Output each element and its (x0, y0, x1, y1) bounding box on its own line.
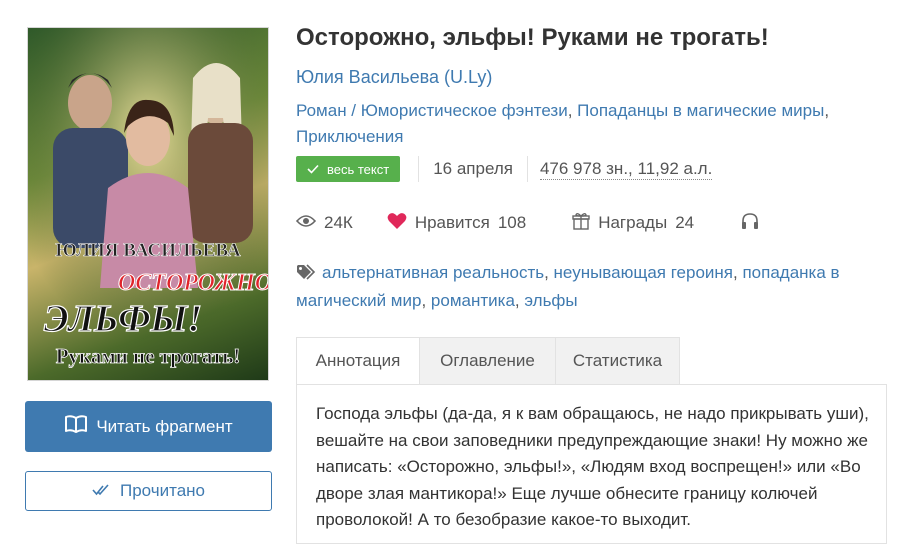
audio-stat[interactable] (740, 212, 760, 235)
book-title: Осторожно, эльфы! Руками не трогать! (296, 24, 769, 51)
read-done-label: Прочитано (120, 481, 205, 500)
tab-annotation-label: Аннотация (315, 351, 401, 370)
genre-link[interactable]: Попаданцы в магические миры (577, 101, 824, 120)
book-tabs: Аннотация Оглавление Статистика (296, 337, 680, 385)
tag-link[interactable]: эльфы (524, 291, 577, 310)
cover-title-line2: ЭЛЬФЫ! (44, 298, 202, 340)
genre-link[interactable]: Роман / Юмористическое фэнтези (296, 101, 568, 120)
book-meta: весь текст 16 апреля 476 978 зн., 11,92 … (296, 156, 713, 182)
book-open-icon (64, 414, 88, 439)
check-icon (307, 162, 319, 177)
views-stat: 24К (295, 213, 353, 233)
gift-icon (572, 212, 590, 235)
likes-stat[interactable]: Нравится 108 (387, 212, 526, 235)
genre-separator: , (824, 101, 830, 120)
book-size: 476 978 зн., 11,92 а.л. (539, 158, 713, 180)
tab-annotation[interactable]: Аннотация (296, 337, 419, 385)
tab-contents[interactable]: Оглавление (419, 337, 555, 385)
cover-author-text: ЮЛИЯ ВАСИЛЬЕВА (55, 240, 240, 261)
tab-statistics[interactable]: Статистика (555, 337, 680, 385)
views-count: 24К (324, 213, 353, 232)
tag-separator: , (421, 291, 431, 310)
status-badge: весь текст (296, 156, 401, 182)
book-stats: 24К Нравится 108 Награды 24 (295, 210, 760, 236)
tab-statistics-label: Статистика (572, 351, 663, 370)
awards-stat[interactable]: Награды 24 (572, 212, 694, 235)
read-fragment-label: Читать фрагмент (96, 416, 233, 436)
tag-link[interactable]: неунывающая героиня (554, 263, 733, 282)
tag-link[interactable]: альтернативная реальность (322, 263, 544, 282)
tag-icon (296, 262, 318, 288)
tab-contents-label: Оглавление (440, 351, 535, 370)
tag-link[interactable]: романтика (431, 291, 515, 310)
awards-label: Награды (598, 213, 668, 232)
cover-title-line1: ОСТОРОЖНО, (118, 270, 268, 296)
genre-link[interactable]: Приключения (296, 127, 404, 146)
tag-list: альтернативная реальность, неунывающая г… (296, 260, 876, 314)
headphones-icon (740, 212, 760, 235)
genre-separator: , (567, 101, 578, 120)
cover-title-line3: Руками не трогать! (56, 344, 241, 368)
divider (418, 156, 420, 182)
likes-count: 108 (497, 213, 527, 232)
heart-icon (387, 212, 407, 235)
tag-separator: , (544, 263, 554, 282)
tag-separator: , (514, 291, 525, 310)
status-badge-label: весь текст (327, 161, 390, 177)
double-check-icon (92, 481, 110, 501)
author-link[interactable]: Юлия Васильева (U.Ly) (296, 67, 492, 88)
awards-count: 24 (675, 213, 695, 232)
read-done-button[interactable]: Прочитано (25, 471, 272, 511)
annotation-text: Господа эльфы (да-да, я к вам обращаюсь,… (316, 404, 869, 529)
eye-icon (295, 213, 317, 233)
publish-date: 16 апреля (433, 159, 513, 178)
genre-list: Роман / Юмористическое фэнтези, Попаданц… (296, 98, 876, 150)
divider (526, 156, 528, 182)
book-cover[interactable]: ЮЛИЯ ВАСИЛЬЕВА ОСТОРОЖНО, ЭЛЬФЫ! Руками … (27, 27, 269, 381)
likes-label: Нравится (414, 213, 490, 232)
read-fragment-button[interactable]: Читать фрагмент (25, 401, 272, 452)
